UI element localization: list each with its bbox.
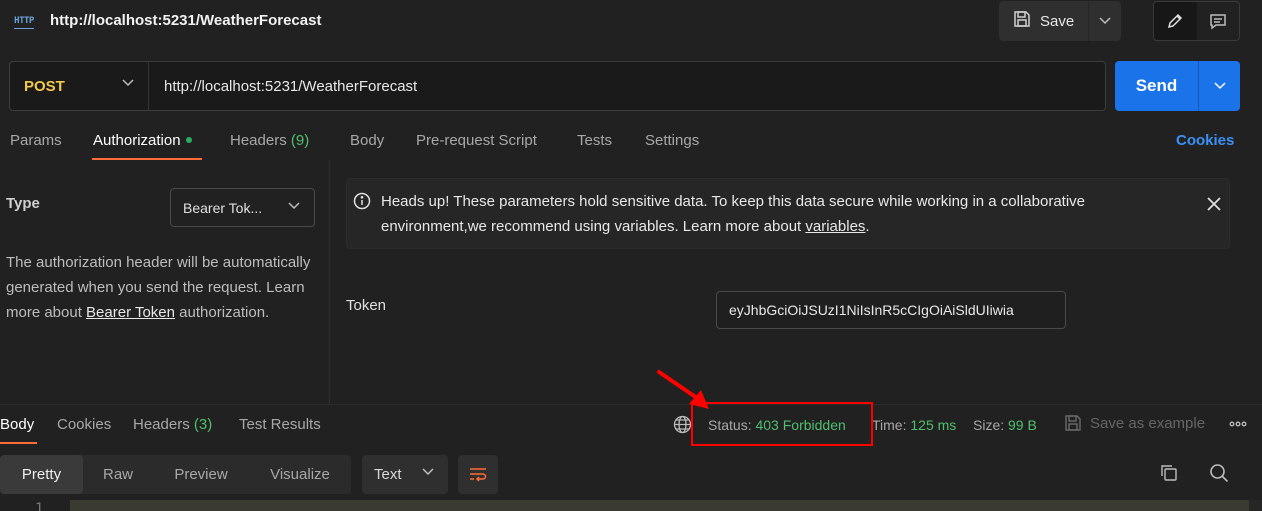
auth-description-tail: authorization. xyxy=(175,304,270,321)
save-icon xyxy=(1065,415,1081,431)
token-input[interactable] xyxy=(716,291,1066,329)
response-time: Time: 125 ms xyxy=(872,417,956,433)
save-as-example-button[interactable]: Save as example xyxy=(1064,414,1205,432)
save-label: Save xyxy=(1040,12,1075,30)
right-toolbar xyxy=(1153,1,1240,41)
response-view-selector: Pretty Raw Preview Visualize xyxy=(0,455,351,494)
size-label: Size: xyxy=(973,417,1005,433)
chevron-down-icon xyxy=(122,79,134,87)
tab-tests[interactable]: Tests xyxy=(577,132,612,149)
auth-type-value: Bearer Tok... xyxy=(183,199,263,216)
tab-body[interactable]: Body xyxy=(350,132,384,149)
response-active-tab-indicator xyxy=(0,442,37,444)
send-button-group: Send xyxy=(1115,61,1240,111)
edit-button[interactable] xyxy=(1154,2,1197,40)
response-tab-body[interactable]: Body xyxy=(0,416,34,433)
active-tab-indicator xyxy=(92,158,202,160)
response-tab-cookies[interactable]: Cookies xyxy=(57,416,111,433)
banner-message: Heads up! These parameters hold sensitiv… xyxy=(381,193,1086,235)
tab-headers-label: Headers xyxy=(230,132,287,149)
view-preview[interactable]: Preview xyxy=(153,455,249,494)
save-dropdown-button[interactable] xyxy=(1089,1,1121,41)
chevron-down-icon xyxy=(422,468,434,476)
wrap-lines-button[interactable] xyxy=(458,455,498,494)
response-tab-test-results[interactable]: Test Results xyxy=(239,416,321,433)
tab-authorization[interactable]: Authorization xyxy=(93,132,192,149)
close-icon[interactable] xyxy=(1205,195,1223,218)
send-dropdown-button[interactable] xyxy=(1199,61,1240,111)
http-request-icon: HTTP xyxy=(12,10,36,32)
url-input[interactable] xyxy=(149,62,1105,110)
copy-icon[interactable] xyxy=(1159,463,1179,488)
annotation-highlight-box xyxy=(691,402,873,446)
format-value: Text xyxy=(374,466,402,483)
time-label: Time: xyxy=(872,417,907,433)
active-dot-icon xyxy=(185,137,192,144)
view-raw[interactable]: Raw xyxy=(83,455,153,494)
size-value: 99 B xyxy=(1008,417,1037,433)
chevron-down-icon xyxy=(1213,82,1226,90)
tab-headers[interactable]: Headers (9) xyxy=(230,132,309,149)
response-headers-count: (3) xyxy=(193,416,213,433)
chevron-down-icon xyxy=(288,202,300,210)
banner-period: . xyxy=(865,218,870,235)
annotation-arrow-icon xyxy=(657,370,709,409)
search-icon[interactable] xyxy=(1209,463,1229,488)
method-label: POST xyxy=(24,77,65,95)
view-visualize[interactable]: Visualize xyxy=(249,455,351,494)
response-tab-headers-label: Headers xyxy=(133,416,190,433)
format-select[interactable]: Text xyxy=(362,455,448,494)
response-size: Size: 99 B xyxy=(973,417,1037,433)
method-select[interactable]: POST xyxy=(10,62,149,110)
comments-button[interactable] xyxy=(1197,2,1240,40)
tab-settings[interactable]: Settings xyxy=(645,132,699,149)
auth-type-label: Type xyxy=(6,195,40,212)
token-label: Token xyxy=(346,297,387,314)
bearer-token-link[interactable]: Bearer Token xyxy=(86,304,175,321)
tab-params[interactable]: Params xyxy=(10,132,62,149)
send-button[interactable]: Send xyxy=(1115,61,1199,111)
chevron-down-icon xyxy=(1099,17,1111,25)
view-pretty[interactable]: Pretty xyxy=(0,455,83,494)
time-value: 125 ms xyxy=(910,417,957,433)
tab-authorization-label: Authorization xyxy=(93,132,181,149)
save-icon xyxy=(1013,10,1031,33)
tab-headers-count: (9) xyxy=(290,132,310,149)
response-editor[interactable] xyxy=(70,500,1249,511)
auth-description: The authorization header will be automat… xyxy=(6,250,316,325)
info-icon xyxy=(353,192,371,215)
save-as-example-label: Save as example xyxy=(1090,414,1206,432)
auth-type-select[interactable]: Bearer Tok... xyxy=(170,188,315,227)
tab-prerequest-script[interactable]: Pre-request Script xyxy=(416,132,537,149)
response-divider xyxy=(0,404,1262,405)
request-title[interactable]: http://localhost:5231/WeatherForecast xyxy=(50,12,321,29)
panel-divider xyxy=(329,160,330,404)
cookies-link[interactable]: Cookies xyxy=(1176,132,1234,149)
comment-icon xyxy=(1210,14,1226,30)
wrap-lines-icon xyxy=(470,467,487,482)
pencil-icon xyxy=(1168,13,1183,29)
response-tab-headers[interactable]: Headers (3) xyxy=(133,416,212,433)
editor-scrollbar[interactable] xyxy=(1249,500,1262,511)
banner-text: Heads up! These parameters hold sensitiv… xyxy=(381,189,1171,239)
more-options-icon[interactable] xyxy=(1229,417,1247,436)
editor-line-number: 1 xyxy=(35,501,44,511)
save-button[interactable]: Save xyxy=(999,1,1089,41)
url-bar: POST xyxy=(9,61,1106,111)
globe-icon[interactable] xyxy=(673,415,692,439)
save-button-group: Save xyxy=(999,1,1121,41)
variables-link[interactable]: variables xyxy=(805,218,865,235)
